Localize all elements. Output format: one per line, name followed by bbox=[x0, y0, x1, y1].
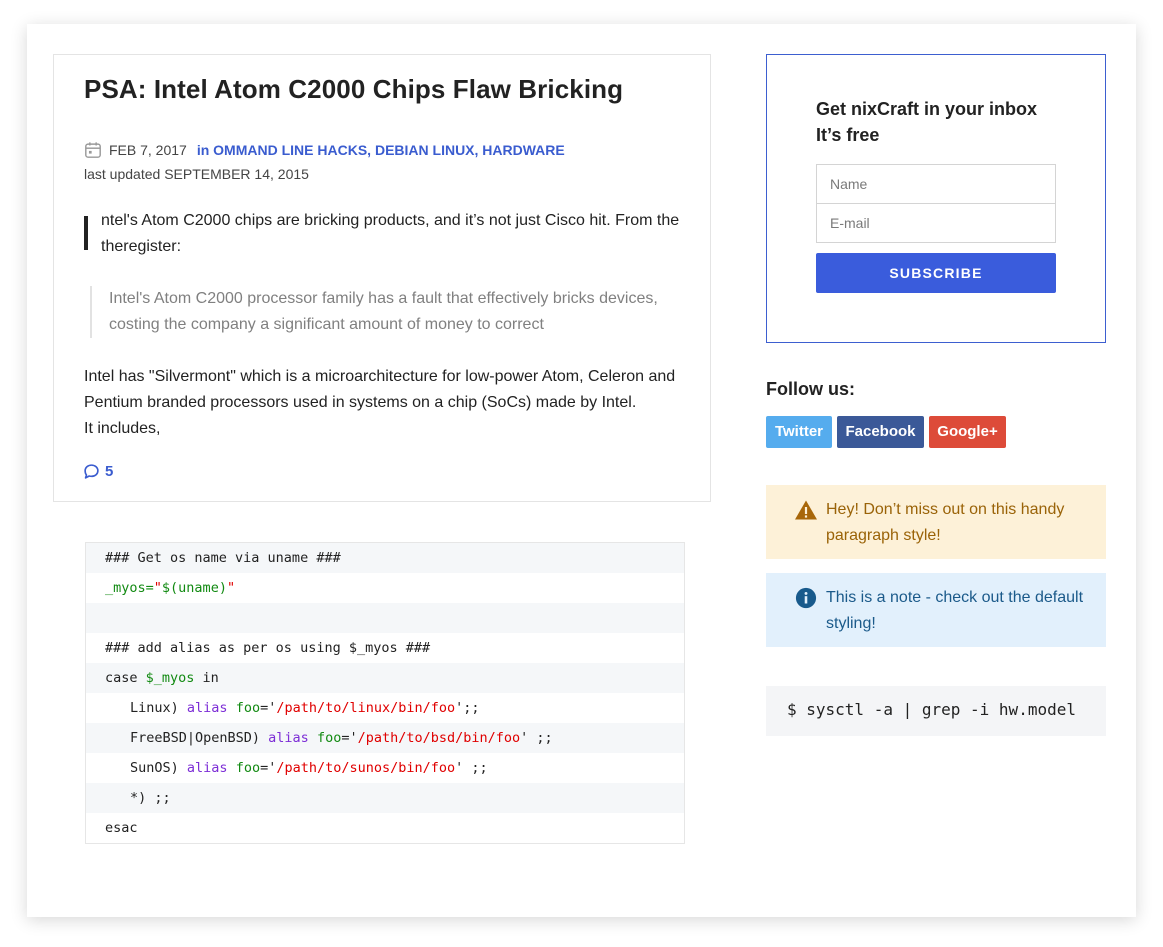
email-field[interactable] bbox=[816, 203, 1056, 243]
code-token: case bbox=[105, 670, 146, 686]
code-token: esac bbox=[105, 820, 138, 836]
code-token: SunOS) bbox=[130, 760, 187, 776]
code-token: ' ;; bbox=[520, 730, 553, 746]
code-line: case $_myos in bbox=[86, 663, 684, 693]
warning-icon bbox=[795, 500, 817, 520]
comments-link[interactable]: 5 bbox=[83, 463, 113, 480]
subscribe-title-line: Get nixCraft in your inbox bbox=[816, 99, 1038, 119]
code-token: $_myos bbox=[145, 670, 195, 686]
code-token: alias bbox=[268, 730, 317, 746]
code-line bbox=[86, 603, 684, 633]
category-link-hardware[interactable]: HARDWARE bbox=[482, 142, 564, 158]
updated-date: SEPTEMBER 14, 2015 bbox=[164, 166, 309, 182]
code-token: /path/to/linux/bin/foo bbox=[276, 700, 456, 716]
code-token: alias bbox=[186, 700, 236, 716]
code-token: =' bbox=[260, 760, 277, 776]
drop-cap bbox=[84, 216, 88, 250]
code-token: _myos= bbox=[105, 580, 154, 596]
article-intro: ntel's Atom C2000 chips are bricking pro… bbox=[101, 212, 680, 255]
code-token: FreeBSD|OpenBSD) bbox=[130, 730, 269, 746]
comment-icon bbox=[84, 464, 99, 479]
publish-date: FEB 7, 2017 bbox=[109, 142, 187, 158]
article-body-paragraph: Intel has "Silvermont" which is a microa… bbox=[84, 368, 676, 411]
code-line: FreeBSD|OpenBSD) alias foo='/path/to/bsd… bbox=[86, 723, 684, 753]
code-line: Linux) alias foo='/path/to/linux/bin/foo… bbox=[86, 693, 684, 723]
code-token: ';; bbox=[455, 700, 480, 716]
code-line: *) ;; bbox=[86, 783, 684, 813]
calendar-icon bbox=[85, 142, 101, 158]
code-token: foo bbox=[316, 730, 342, 746]
code-line: ### Get os name via uname ### bbox=[86, 543, 684, 573]
facebook-button[interactable]: Facebook bbox=[837, 416, 924, 448]
category-link-command-line-hacks[interactable]: OMMAND LINE HACKS bbox=[213, 142, 367, 158]
article-blockquote: Intel's Atom C2000 processor family has … bbox=[90, 286, 699, 338]
code-token: alias bbox=[186, 760, 236, 776]
code-token: /path/to/bsd/bin/foo bbox=[357, 730, 521, 746]
code-token: =' bbox=[260, 700, 277, 716]
twitter-button[interactable]: Twitter bbox=[766, 416, 832, 448]
code-token: foo bbox=[235, 700, 261, 716]
comment-count: 5 bbox=[105, 463, 114, 480]
code-line: ### add alias as per os using $_myos ### bbox=[86, 633, 684, 663]
warning-text: Hey! Don’t miss out on this handy paragr… bbox=[826, 501, 1065, 544]
code-token: in bbox=[194, 670, 219, 686]
code-line: esac bbox=[86, 813, 684, 843]
follow-us-heading: Follow us: bbox=[766, 379, 855, 399]
subscribe-title: Get nixCraft in your inbox It’s free bbox=[816, 96, 1037, 148]
article-body-paragraph-2: It includes, bbox=[84, 420, 161, 437]
category-list: in OMMAND LINE HACKS, DEBIAN LINUX, HARD… bbox=[197, 142, 565, 158]
code-token: /path/to/sunos/bin/foo bbox=[276, 760, 456, 776]
code-token: " bbox=[226, 580, 236, 596]
warning-alert: Hey! Don’t miss out on this handy paragr… bbox=[766, 485, 1106, 559]
code-token: *) ;; bbox=[130, 790, 171, 806]
info-icon bbox=[795, 587, 817, 609]
code-token: Linux) bbox=[130, 700, 187, 716]
code-token: =' bbox=[341, 730, 358, 746]
name-field[interactable] bbox=[816, 164, 1056, 204]
code-token: ' ;; bbox=[455, 760, 488, 776]
code-line: _myos="$(uname)" bbox=[86, 573, 684, 603]
code-token: $(uname) bbox=[161, 580, 227, 596]
category-link-debian-linux[interactable]: DEBIAN LINUX bbox=[375, 142, 475, 158]
code-token: foo bbox=[235, 760, 261, 776]
info-text: This is a note - check out the default s… bbox=[826, 589, 1084, 632]
code-line: SunOS) alias foo='/path/to/sunos/bin/foo… bbox=[86, 753, 684, 783]
last-updated: last updated SEPTEMBER 14, 2015 bbox=[84, 166, 309, 182]
code-token: " bbox=[153, 580, 162, 596]
code-token: ### Get os name via uname ### bbox=[105, 550, 341, 566]
subscribe-button[interactable]: SUBSCRIBE bbox=[816, 253, 1056, 293]
command-snippet[interactable]: $ sysctl -a | grep -i hw.model bbox=[766, 686, 1106, 736]
article-meta: FEB 7, 2017 in OMMAND LINE HACKS, DEBIAN… bbox=[84, 140, 565, 160]
subscribe-subtitle: It’s free bbox=[816, 125, 880, 145]
article-title[interactable]: PSA: Intel Atom C2000 Chips Flaw Brickin… bbox=[84, 74, 623, 105]
article-body: Intel has "Silvermont" which is a microa… bbox=[84, 364, 694, 442]
code-block[interactable]: ### Get os name via uname ### _myos="$(un… bbox=[85, 542, 685, 844]
category-separator: , bbox=[367, 142, 375, 158]
updated-label: last updated bbox=[84, 166, 161, 182]
category-prefix: in bbox=[196, 142, 210, 158]
code-token: ### add alias as per os using $_myos ### bbox=[105, 640, 431, 656]
google-plus-button[interactable]: Google+ bbox=[929, 416, 1006, 448]
info-alert: This is a note - check out the default s… bbox=[766, 573, 1106, 647]
